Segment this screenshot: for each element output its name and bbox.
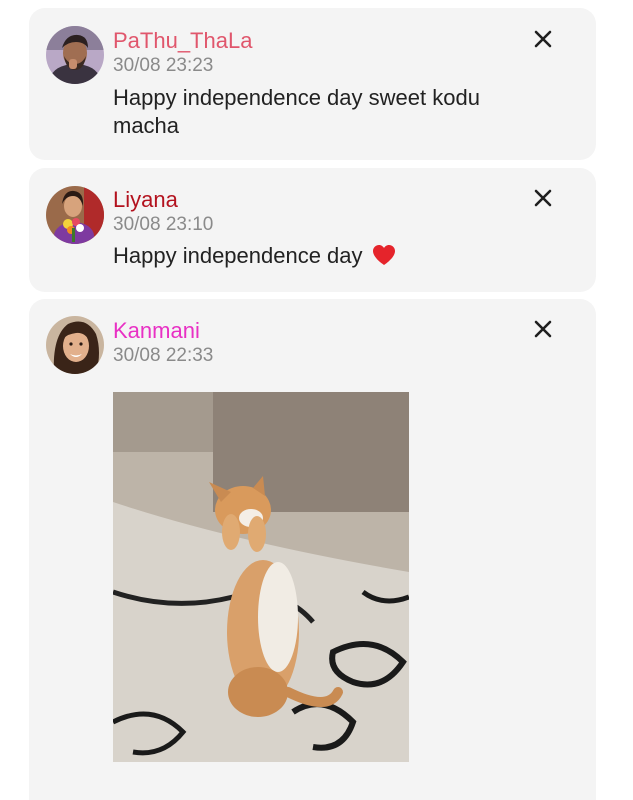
close-icon[interactable] bbox=[530, 26, 556, 52]
username[interactable]: Liyana bbox=[113, 187, 178, 213]
username[interactable]: PaThu_ThaLa bbox=[113, 28, 252, 54]
comment-card: Kanmani 30/08 22:33 bbox=[29, 299, 596, 800]
comment-card: Liyana 30/08 23:10 Happy independence da… bbox=[29, 168, 596, 292]
comment-card: PaThu_ThaLa 30/08 23:23 Happy independen… bbox=[29, 8, 596, 160]
comment-text: Happy independence day bbox=[113, 242, 533, 270]
close-icon[interactable] bbox=[530, 316, 556, 342]
timestamp: 30/08 22:33 bbox=[113, 345, 214, 366]
comment-text-content: Happy independence day bbox=[113, 243, 363, 268]
timestamp: 30/08 23:23 bbox=[113, 55, 214, 76]
user-avatar[interactable] bbox=[46, 26, 104, 84]
timestamp: 30/08 23:10 bbox=[113, 214, 214, 235]
close-icon[interactable] bbox=[530, 185, 556, 211]
username[interactable]: Kanmani bbox=[113, 318, 200, 344]
gif-image[interactable] bbox=[113, 392, 409, 762]
user-avatar[interactable] bbox=[46, 186, 104, 244]
comment-text: Happy independence day sweet kodu macha bbox=[113, 85, 480, 138]
heart-icon bbox=[372, 245, 395, 265]
comment-feed: PaThu_ThaLa 30/08 23:23 Happy independen… bbox=[0, 0, 633, 800]
user-avatar[interactable] bbox=[46, 316, 104, 374]
